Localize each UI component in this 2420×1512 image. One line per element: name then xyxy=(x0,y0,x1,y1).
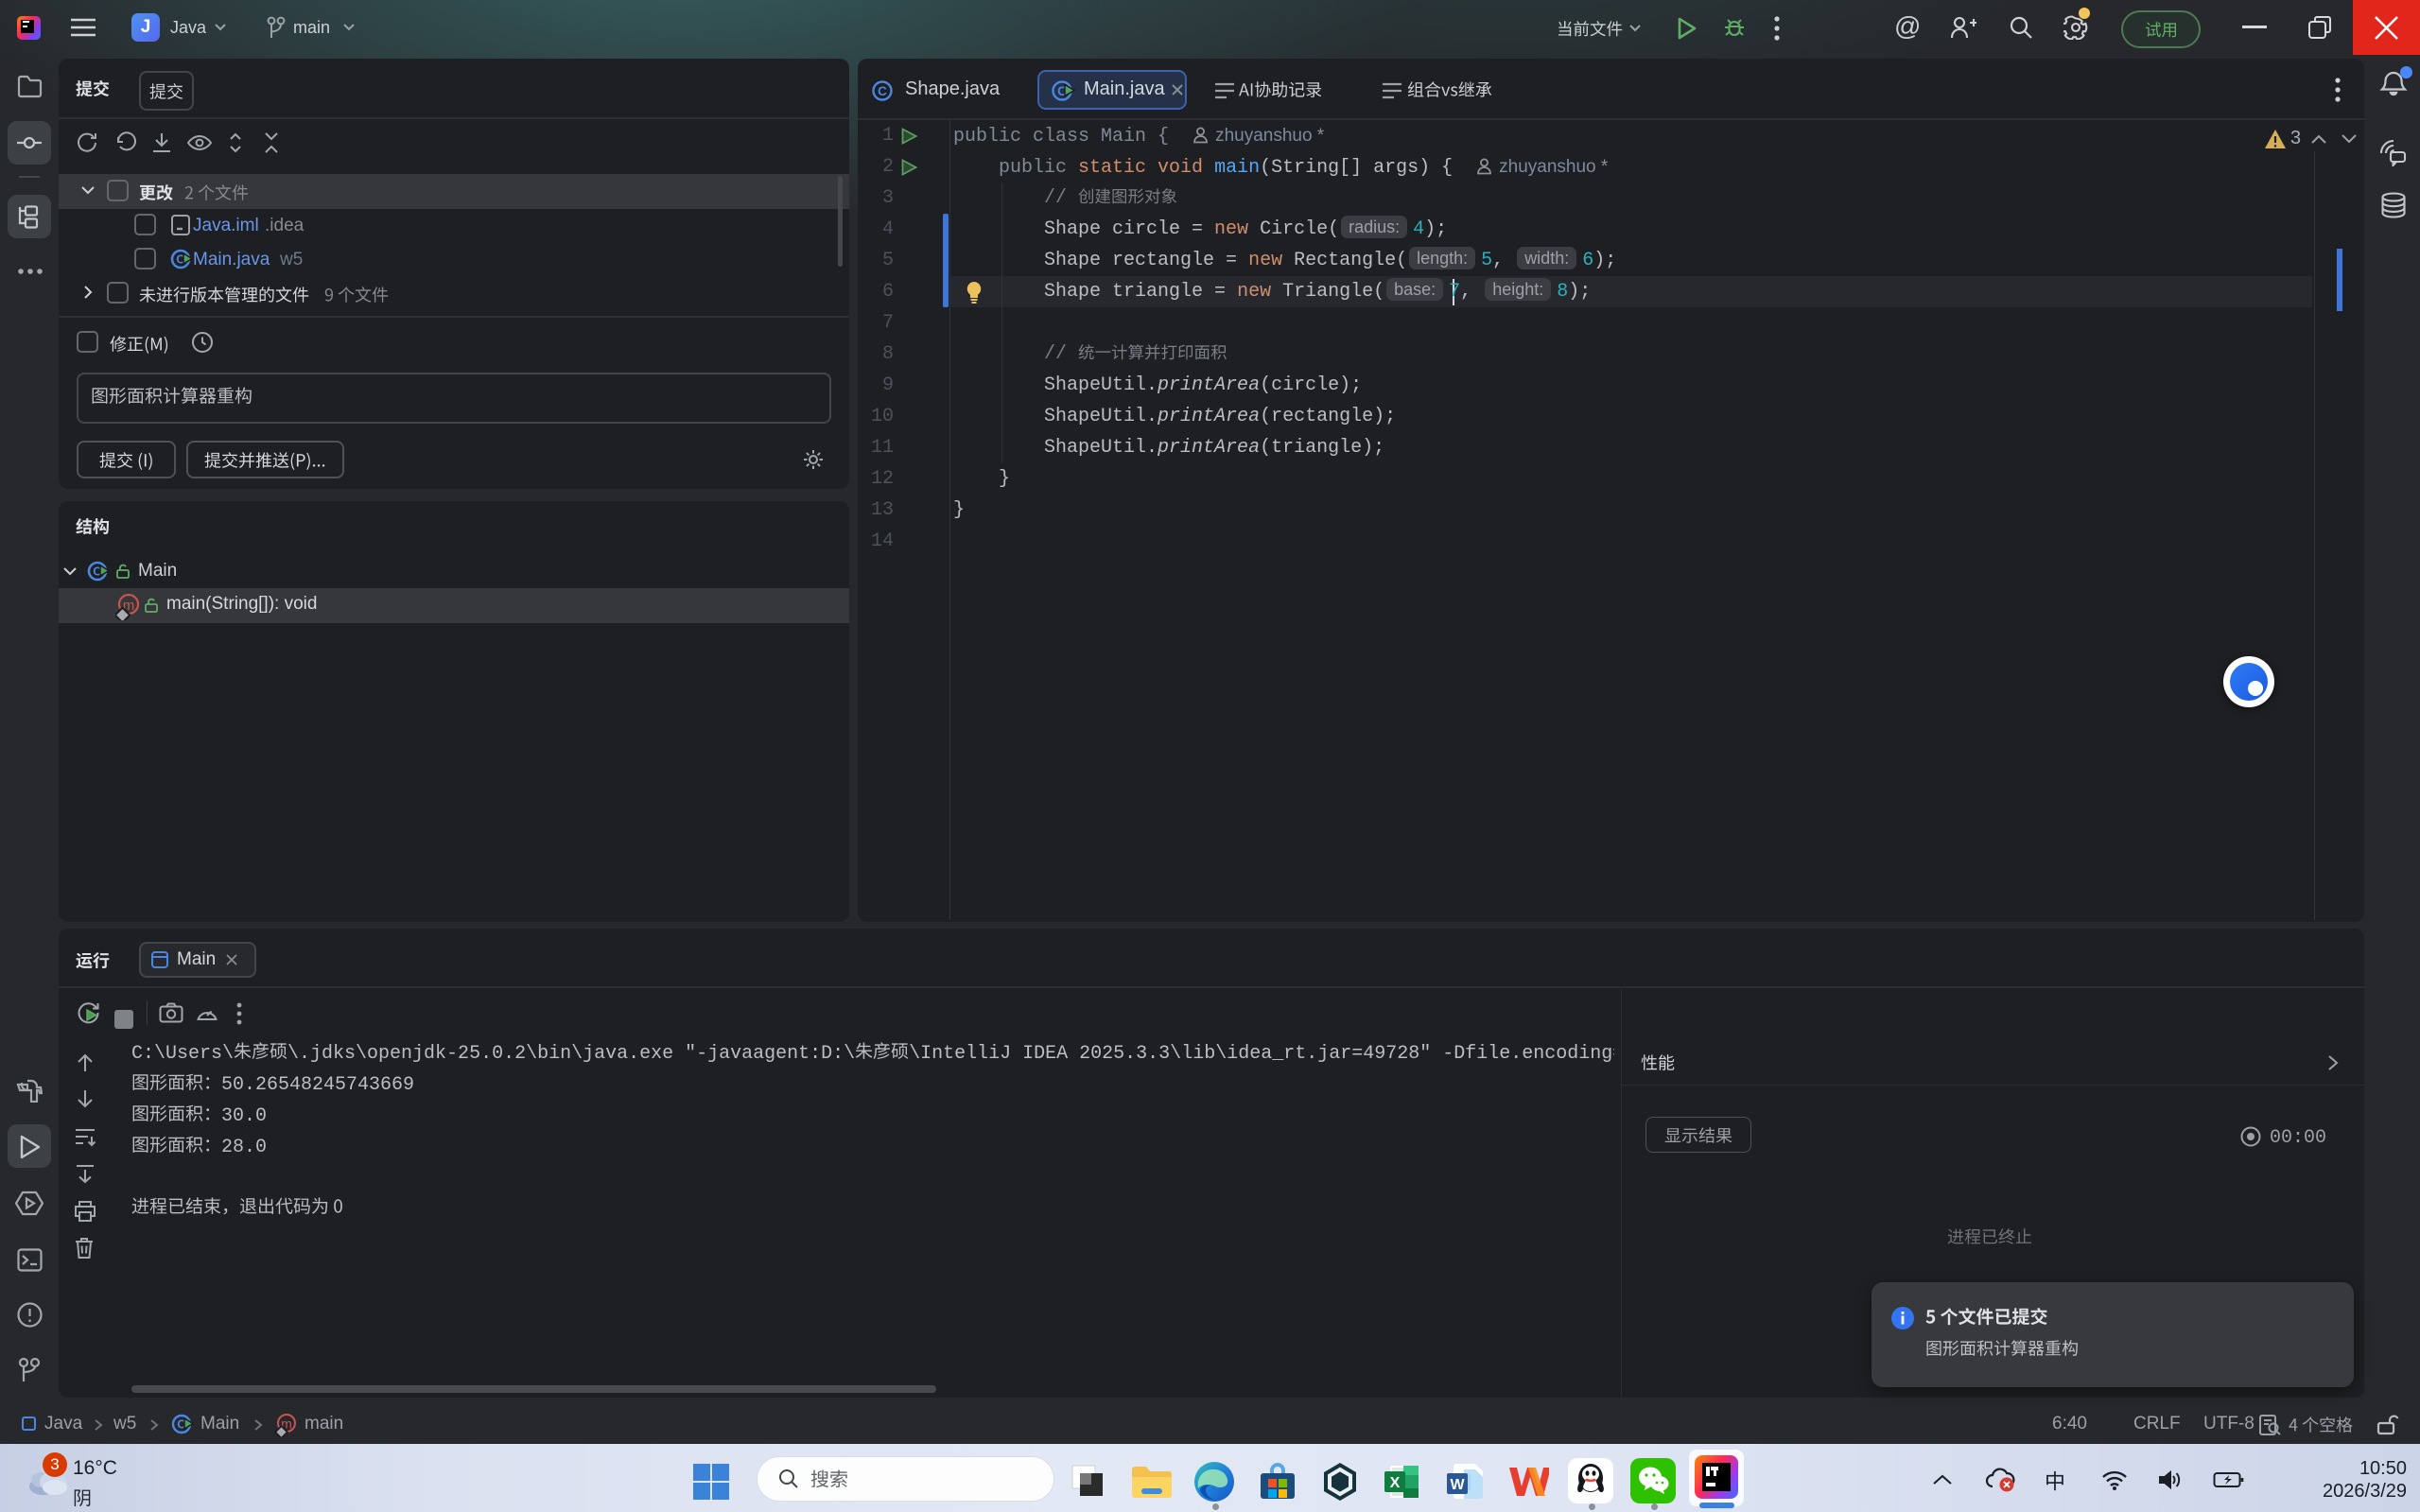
svg-text:W: W xyxy=(1450,1477,1465,1493)
svg-text:X: X xyxy=(1390,1475,1401,1491)
svg-text:C: C xyxy=(878,84,887,98)
